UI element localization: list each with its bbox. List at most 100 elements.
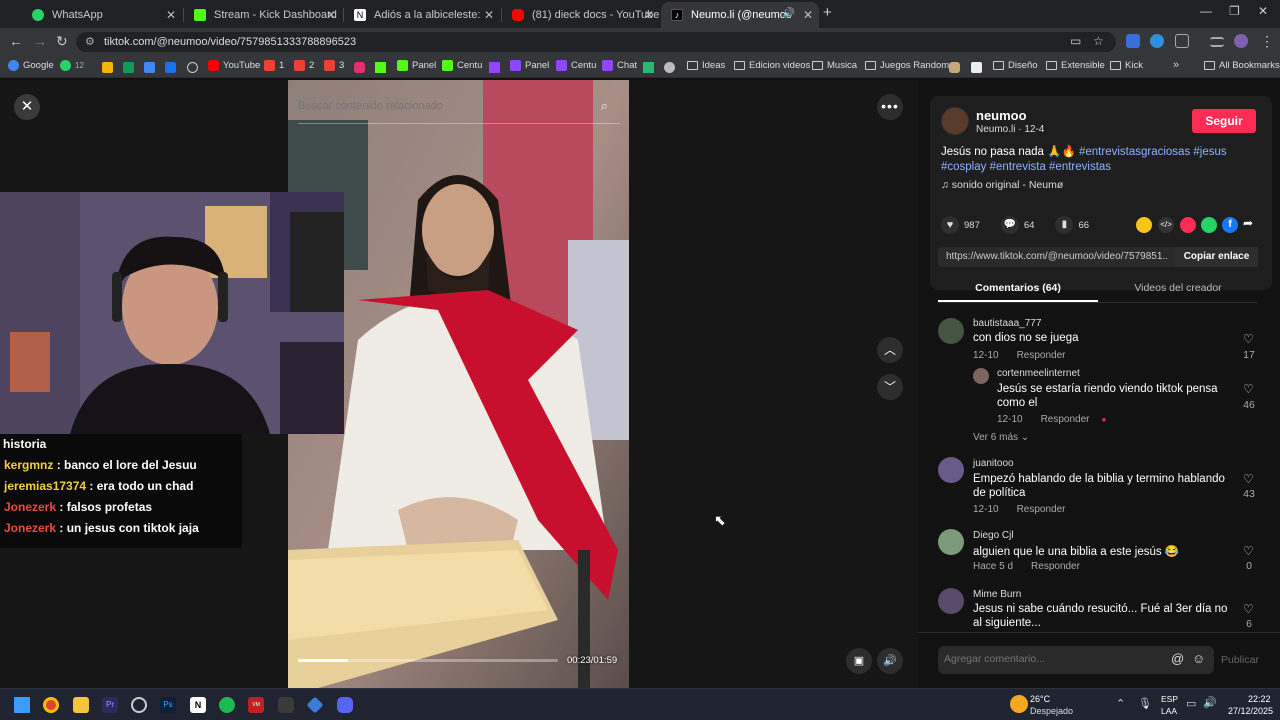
close-window-icon[interactable]: ✕ (1258, 4, 1268, 18)
app-icon[interactable] (306, 696, 324, 714)
sheets-icon[interactable] (123, 62, 134, 73)
comment-username[interactable]: Mime Burn (973, 589, 1021, 600)
facebook-icon[interactable]: f (1222, 217, 1238, 233)
keyboard-layout[interactable]: LAA (1161, 706, 1177, 716)
extension-icon[interactable] (1150, 34, 1164, 48)
close-icon[interactable]: ✕ (483, 8, 494, 22)
reply-link[interactable]: Responder (1017, 350, 1066, 361)
tab-whatsapp[interactable]: WhatsApp ✕ (22, 2, 182, 28)
previous-video-button[interactable]: ︿ (877, 337, 903, 363)
twitch-icon[interactable] (489, 62, 500, 73)
next-video-button[interactable]: ﹀ (877, 374, 903, 400)
whatsapp-icon[interactable] (1201, 217, 1217, 233)
view-more-replies[interactable]: Ver 6 más ⌄ (973, 432, 1029, 443)
menu-icon[interactable]: ⋮ (1260, 33, 1274, 50)
bookmark-twitch-centu[interactable]: Centu (556, 60, 596, 71)
chevron-right-icon[interactable]: » (1173, 59, 1179, 71)
heart-icon[interactable]: ♥ (941, 216, 959, 234)
chrome-icon[interactable] (43, 697, 59, 713)
minimize-icon[interactable]: — (1200, 4, 1212, 18)
bookmark-folder-ideas[interactable]: Ideas (687, 60, 725, 71)
heart-icon[interactable]: ♡ (1243, 382, 1254, 396)
discord-icon[interactable] (337, 697, 353, 713)
openai-icon[interactable] (187, 62, 198, 73)
forward-icon[interactable]: → (33, 33, 47, 49)
comment-icon[interactable]: 💬 (1000, 216, 1019, 234)
language-code[interactable]: ESP (1161, 694, 1178, 704)
photoshop-icon[interactable]: Ps (160, 697, 176, 713)
notion-icon[interactable]: N (190, 697, 206, 713)
puzzle-icon[interactable] (1175, 34, 1189, 48)
search-input[interactable] (298, 100, 588, 112)
comment-username[interactable]: cortenmeelinternet (997, 368, 1080, 379)
clock-time[interactable]: 22:22 (1248, 694, 1271, 704)
bookmark-folder-musica[interactable]: Musica (812, 60, 857, 71)
tab-comments[interactable]: Comentarios (64) (938, 282, 1098, 302)
avatar[interactable] (938, 588, 964, 614)
file-explorer-icon[interactable] (73, 697, 89, 713)
tab-search-icon[interactable] (1210, 37, 1224, 47)
tab-youtube[interactable]: (81) dieck docs - YouTube ✕ (502, 2, 660, 28)
bookmark-kick-centu[interactable]: Centu (442, 60, 482, 71)
emoji-icon[interactable]: ☺ (1192, 651, 1205, 666)
embed-icon[interactable]: </> (1158, 217, 1174, 233)
close-icon[interactable]: ✕ (326, 8, 336, 22)
close-icon[interactable]: ✕ (803, 8, 813, 22)
more-options-button[interactable]: ••• (877, 94, 903, 120)
tab-news[interactable]: N Adiós a la albiceleste: Obligan a ✕ (344, 2, 500, 28)
bookmark-folder-diseno[interactable]: Diseño (993, 60, 1038, 71)
bookmark-star-icon[interactable]: ☆ (1093, 34, 1104, 48)
instagram-icon[interactable] (354, 62, 365, 73)
follow-button[interactable]: Seguir (1192, 109, 1256, 133)
bookmark-google[interactable]: Google (8, 60, 54, 71)
restore-icon[interactable]: ❐ (1229, 4, 1240, 18)
clock-date[interactable]: 27/12/2025 (1228, 706, 1273, 716)
address-bar[interactable]: ⚙ tiktok.com/@neumoo/video/7579851333788… (76, 32, 1116, 52)
comment-username[interactable]: Diego Cjl (973, 530, 1014, 541)
bookmark-all[interactable]: All Bookmarks (1204, 60, 1280, 71)
comment-username[interactable]: bautistaaa_777 (973, 318, 1041, 329)
tab-tiktok[interactable]: ♪ Neumo.li (@neumoo) | TikTo 🔊 ✕ (661, 2, 819, 28)
tab-kick[interactable]: Stream - Kick Dashboard ✕ (184, 2, 342, 28)
new-tab-button[interactable]: + (823, 4, 832, 21)
back-icon[interactable]: ← (9, 33, 23, 49)
avatar[interactable] (973, 368, 989, 384)
heart-icon[interactable]: ♡ (1243, 602, 1254, 616)
avatar[interactable] (938, 529, 964, 555)
bookmark-kick-panel[interactable]: Panel (397, 60, 436, 71)
progress-bar[interactable] (298, 659, 558, 662)
volume-icon[interactable]: 🔊 (1203, 696, 1217, 709)
bookmark-folder-edicion[interactable]: Edicion videos (734, 60, 810, 71)
copy-link-button[interactable]: Copiar enlace (1175, 247, 1258, 267)
calendar-icon[interactable] (165, 62, 176, 73)
microphone-icon[interactable]: 🎙 (1138, 697, 1152, 710)
bookmark-gmail-2[interactable]: 2 (294, 60, 314, 71)
mention-icon[interactable]: @ (1171, 651, 1184, 666)
docs-icon[interactable] (144, 62, 155, 73)
bookmark-twitch-panel[interactable]: Panel (510, 60, 549, 71)
share-icon[interactable]: ➦ (1243, 216, 1253, 230)
chevron-up-icon[interactable]: ⌃ (1116, 697, 1125, 710)
reply-link[interactable]: Responder (1017, 504, 1066, 515)
premiere-icon[interactable]: Pr (102, 697, 118, 713)
avatar[interactable] (938, 318, 964, 344)
kick-icon[interactable] (375, 62, 386, 73)
close-icon[interactable]: ✕ (166, 8, 176, 22)
close-icon[interactable]: ✕ (644, 8, 654, 22)
tab-creator-videos[interactable]: Videos del creador (1098, 282, 1258, 302)
search-icon[interactable]: ⌕ (601, 98, 608, 114)
windows-start-icon[interactable] (14, 697, 30, 713)
sound-row[interactable]: ♫ sonido original - Neumø (941, 179, 1063, 191)
reload-icon[interactable]: ↻ (56, 33, 68, 50)
cast-icon[interactable]: ▭ (1070, 34, 1081, 48)
heart-icon[interactable]: ♡ (1243, 544, 1254, 558)
spotify-icon[interactable] (219, 697, 235, 713)
search-box[interactable]: ⌕ (298, 94, 620, 124)
bookmark-whatsapp[interactable]: 12 (60, 60, 84, 71)
bookmark-folder-extensible[interactable]: Extensible (1046, 60, 1105, 71)
extension-icon[interactable] (1126, 34, 1140, 48)
heart-icon[interactable]: ♡ (1243, 332, 1254, 346)
float-player-button[interactable]: ▣ (846, 648, 872, 674)
voicemeeter-icon[interactable]: VM (248, 697, 264, 713)
gift-icon[interactable] (1136, 217, 1152, 233)
